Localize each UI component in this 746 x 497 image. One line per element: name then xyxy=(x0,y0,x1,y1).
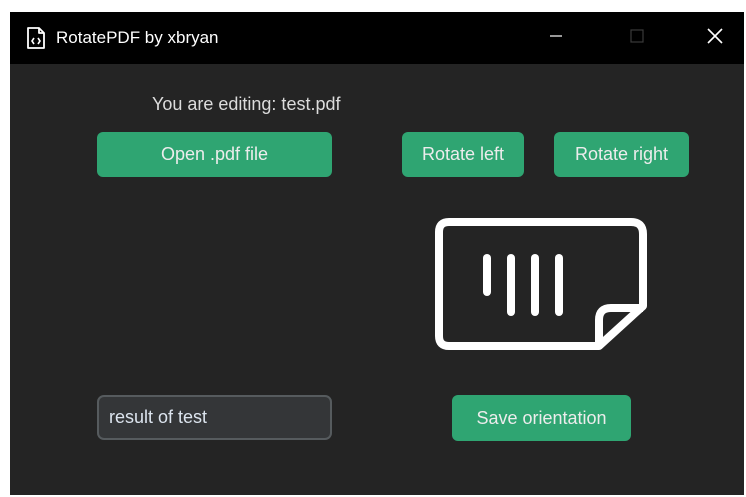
pdf-file-icon xyxy=(26,27,46,49)
minimize-icon xyxy=(549,29,563,48)
title-bar[interactable]: RotatePDF by xbryan xyxy=(10,12,744,64)
rotate-right-button[interactable]: Rotate right xyxy=(554,132,689,177)
maximize-button[interactable] xyxy=(613,12,661,64)
rotate-left-button[interactable]: Rotate left xyxy=(402,132,524,177)
minimize-button[interactable] xyxy=(532,12,580,64)
editing-file-label: You are editing: test.pdf xyxy=(152,94,341,114)
open-pdf-button[interactable]: Open .pdf file xyxy=(97,132,332,177)
maximize-icon xyxy=(630,28,644,48)
window-title: RotatePDF by xbryan xyxy=(56,28,219,47)
close-icon xyxy=(706,27,724,50)
output-filename-input[interactable] xyxy=(97,395,332,440)
save-orientation-button[interactable]: Save orientation xyxy=(452,395,631,441)
close-button[interactable] xyxy=(691,12,739,64)
app-window: RotatePDF by xbryan You are editing: tes… xyxy=(10,12,744,495)
rotated-document-icon xyxy=(435,218,649,350)
